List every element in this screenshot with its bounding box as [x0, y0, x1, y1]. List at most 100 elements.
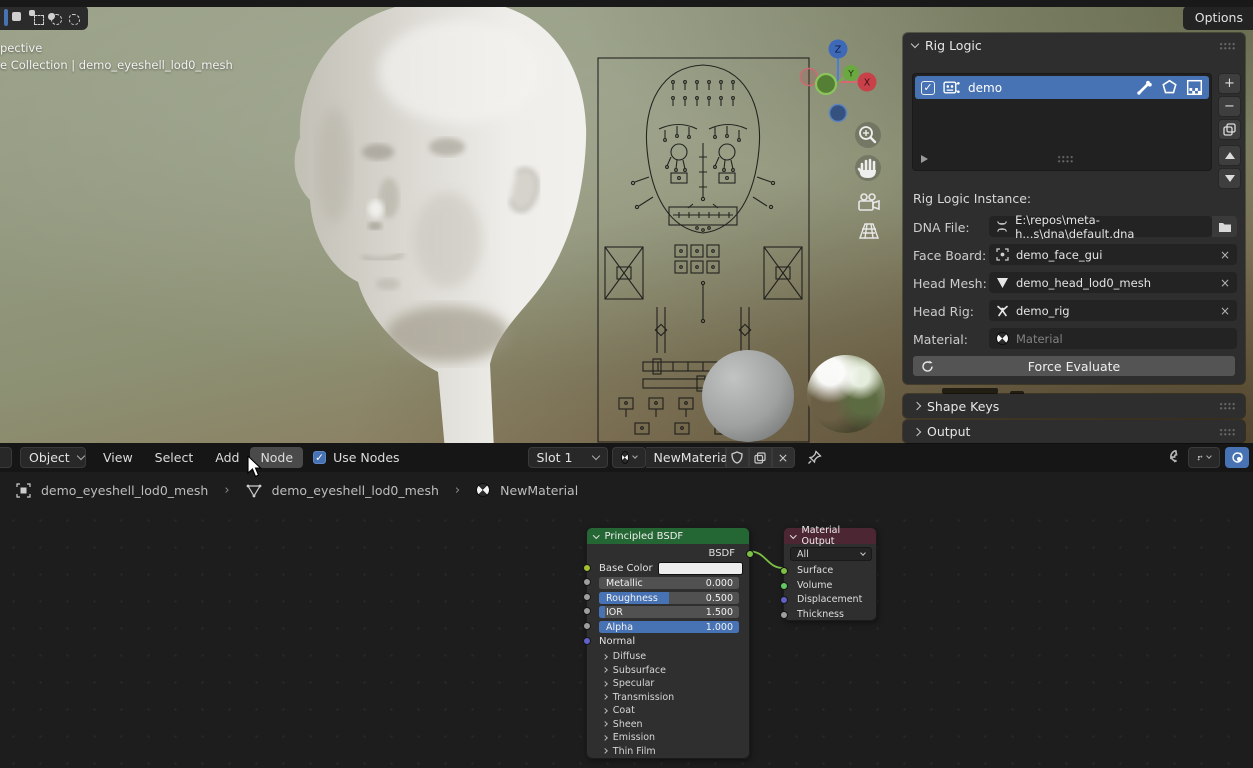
head-mesh[interactable]	[250, 7, 620, 443]
axis-neg-y[interactable]	[816, 74, 836, 94]
shape-keys-title: Shape Keys	[927, 399, 999, 414]
section-sheen[interactable]: Sheen	[601, 719, 643, 730]
section-coat[interactable]: Coat	[601, 705, 635, 716]
orientation-gizmo[interactable]: Z Y X	[796, 38, 884, 126]
item-checkbox[interactable]: ✓	[921, 81, 935, 95]
roughness-slider[interactable]: Roughness 0.500	[599, 592, 739, 604]
editor-type-button[interactable]	[0, 447, 12, 468]
volume-socket[interactable]	[780, 582, 788, 590]
ior-socket[interactable]	[583, 607, 591, 615]
output-panel[interactable]: Output	[903, 420, 1245, 443]
shader-editor[interactable]: Object View Select Add Node ✓ Use Nodes …	[0, 443, 1253, 768]
fake-user-shield-button[interactable]	[726, 447, 749, 468]
force-evaluate-button[interactable]: Force Evaluate	[912, 355, 1236, 377]
select-box-icon[interactable]	[29, 10, 44, 25]
clear-face-board-icon[interactable]: ×	[1220, 248, 1230, 262]
node-header[interactable]: Principled BSDF	[587, 528, 749, 544]
duplicate-material-button[interactable]	[749, 447, 772, 468]
section-diffuse[interactable]: Diffuse	[601, 651, 646, 662]
breadcrumb-separator: ›	[218, 483, 235, 498]
mesh-data-icon[interactable]	[1161, 79, 1178, 96]
menu-view[interactable]: View	[92, 450, 144, 465]
shape-keys-panel[interactable]: Shape Keys	[903, 394, 1245, 418]
rig-logic-header[interactable]: Rig Logic	[903, 33, 1245, 58]
roughness-socket[interactable]	[583, 593, 591, 601]
select-tool-group[interactable]	[0, 7, 88, 30]
select-lasso-icon[interactable]	[65, 10, 80, 25]
surface-socket[interactable]	[780, 567, 788, 575]
displacement-socket[interactable]	[780, 596, 788, 604]
rig-logic-panel: Rig Logic ✓ demo	[903, 33, 1245, 384]
axis-neg-z[interactable]	[830, 105, 847, 122]
breadcrumb-mesh[interactable]: demo_eyeshell_lod0_mesh	[272, 483, 439, 498]
use-nodes-label: Use Nodes	[333, 450, 399, 465]
bsdf-output-socket[interactable]	[746, 550, 754, 558]
editor-type-icon[interactable]	[4, 9, 8, 26]
breadcrumb-object[interactable]: demo_eyeshell_lod0_mesh	[41, 483, 208, 498]
section-emission[interactable]: Emission	[601, 732, 655, 743]
node-title: Material Output	[802, 525, 870, 547]
menu-select[interactable]: Select	[144, 450, 205, 465]
snap-target-dropdown[interactable]	[1188, 447, 1220, 468]
list-resize-grip[interactable]	[1057, 155, 1074, 163]
clear-head-rig-icon[interactable]: ×	[1220, 304, 1230, 318]
clear-head-mesh-icon[interactable]: ×	[1220, 276, 1230, 290]
list-move-up-button[interactable]	[1218, 145, 1241, 166]
checker-texture-icon[interactable]	[1186, 79, 1203, 96]
list-add-button[interactable]: +	[1218, 73, 1241, 94]
dna-file-field[interactable]: E:\repos\meta-h...s\dna\default.dna	[989, 216, 1212, 237]
list-move-down-button[interactable]	[1218, 168, 1241, 189]
ior-slider[interactable]: IOR 1.500	[599, 606, 739, 618]
preview-shading-toggle[interactable]	[1225, 447, 1249, 468]
options-button[interactable]: Options	[1183, 7, 1253, 30]
base-color-socket[interactable]	[583, 564, 591, 572]
drag-grip-icon[interactable]	[1219, 42, 1236, 50]
section-subsurface[interactable]: Subsurface	[601, 665, 666, 676]
perspective-grid-icon[interactable]	[860, 224, 878, 238]
drag-grip-icon[interactable]	[1219, 428, 1236, 436]
node-header[interactable]: Material Output	[784, 528, 876, 544]
head-rig-field[interactable]: demo_rig ×	[989, 300, 1237, 321]
bone-icon[interactable]	[1136, 79, 1153, 96]
base-color-swatch[interactable]	[658, 562, 743, 575]
zoom-icon[interactable]	[855, 122, 881, 148]
drag-grip-icon[interactable]	[1219, 402, 1236, 410]
material-label: Material:	[913, 332, 968, 347]
menu-add[interactable]: Add	[204, 450, 250, 465]
rig-instance-list[interactable]: ✓ demo	[912, 73, 1212, 171]
list-expand-icon[interactable]	[921, 155, 928, 163]
metallic-slider[interactable]: Metallic 0.000	[599, 577, 739, 589]
list-item[interactable]: ✓ demo	[915, 76, 1209, 99]
alpha-socket[interactable]	[583, 622, 591, 630]
principled-bsdf-node[interactable]: Principled BSDF BSDF Base Color Metallic…	[586, 527, 750, 759]
slot-dropdown[interactable]: Slot 1	[528, 447, 608, 468]
alpha-slider[interactable]: Alpha 1.000	[599, 621, 739, 633]
section-thin-film[interactable]: Thin Film	[601, 746, 656, 757]
face-board-field[interactable]: demo_face_gui ×	[989, 244, 1237, 265]
material-name-field[interactable]: NewMaterial	[646, 447, 726, 468]
section-specular[interactable]: Specular	[601, 678, 654, 689]
list-remove-button[interactable]: −	[1218, 96, 1241, 117]
axis-z-label: Z	[835, 45, 842, 56]
use-nodes-checkbox[interactable]: ✓	[313, 451, 326, 464]
unlink-material-button[interactable]: ×	[772, 447, 795, 468]
metallic-socket[interactable]	[583, 578, 591, 586]
material-field[interactable]: Material	[989, 328, 1237, 349]
shader-type-dropdown[interactable]: Object	[20, 447, 86, 468]
file-browse-button[interactable]	[1212, 216, 1237, 237]
node-title: Principled BSDF	[605, 531, 684, 542]
thickness-socket[interactable]	[780, 611, 788, 619]
breadcrumb-material[interactable]: NewMaterial	[500, 483, 578, 498]
select-circle-icon[interactable]	[47, 10, 62, 25]
material-output-node[interactable]: Material Output All Surface Volume Displ…	[783, 527, 877, 621]
tweak-tool-icon[interactable]	[11, 10, 26, 25]
snap-magnet-icon[interactable]	[1167, 450, 1183, 466]
section-transmission[interactable]: Transmission	[601, 692, 674, 703]
material-browse-dropdown[interactable]	[612, 447, 646, 468]
camera-view-icon[interactable]	[859, 194, 879, 210]
pan-hand-icon[interactable]	[855, 155, 881, 181]
list-duplicate-button[interactable]	[1218, 119, 1241, 140]
output-target-dropdown[interactable]: All	[790, 547, 872, 561]
pin-icon[interactable]	[807, 450, 822, 465]
head-mesh-field[interactable]: demo_head_lod0_mesh ×	[989, 272, 1237, 293]
